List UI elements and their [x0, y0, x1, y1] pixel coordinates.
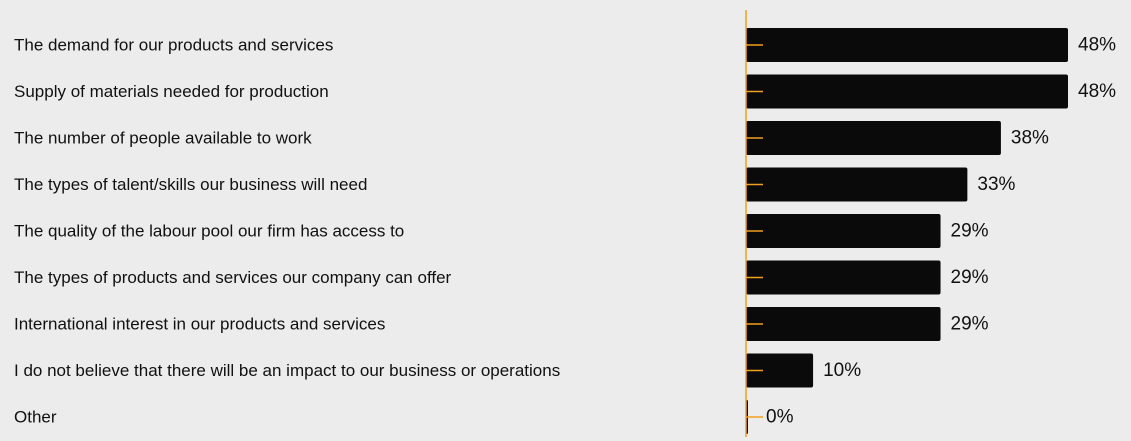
value-label: 48% [1078, 35, 1116, 56]
category-label: The types of talent/skills our business … [14, 175, 367, 194]
bar [746, 307, 941, 341]
category-label: Supply of materials needed for productio… [14, 82, 329, 101]
value-label: 29% [951, 221, 989, 242]
bar [746, 74, 1068, 109]
value-label: 10% [823, 360, 861, 381]
value-label: 48% [1078, 81, 1116, 102]
bar [746, 214, 941, 248]
bar [746, 28, 1068, 62]
bar [746, 121, 1001, 155]
category-label: The quality of the labour pool our firm … [14, 222, 404, 241]
category-labels-group: The demand for our products and services… [14, 36, 560, 427]
bar-chart: The demand for our products and services… [14, 10, 1116, 437]
category-label: Other [14, 408, 57, 427]
value-label: 29% [951, 314, 989, 335]
category-label: The demand for our products and services [14, 36, 333, 55]
category-label: International interest in our products a… [14, 315, 385, 334]
value-label: 38% [1011, 128, 1049, 149]
value-label: 33% [977, 174, 1015, 195]
category-label: The types of products and services our c… [14, 268, 452, 287]
value-label: 29% [951, 267, 989, 288]
category-label: The number of people available to work [14, 129, 312, 148]
bar [746, 260, 941, 295]
value-label: 0% [766, 407, 794, 428]
category-label: I do not believe that there will be an i… [14, 361, 560, 380]
bars-group [746, 28, 1068, 434]
bar [746, 167, 968, 202]
